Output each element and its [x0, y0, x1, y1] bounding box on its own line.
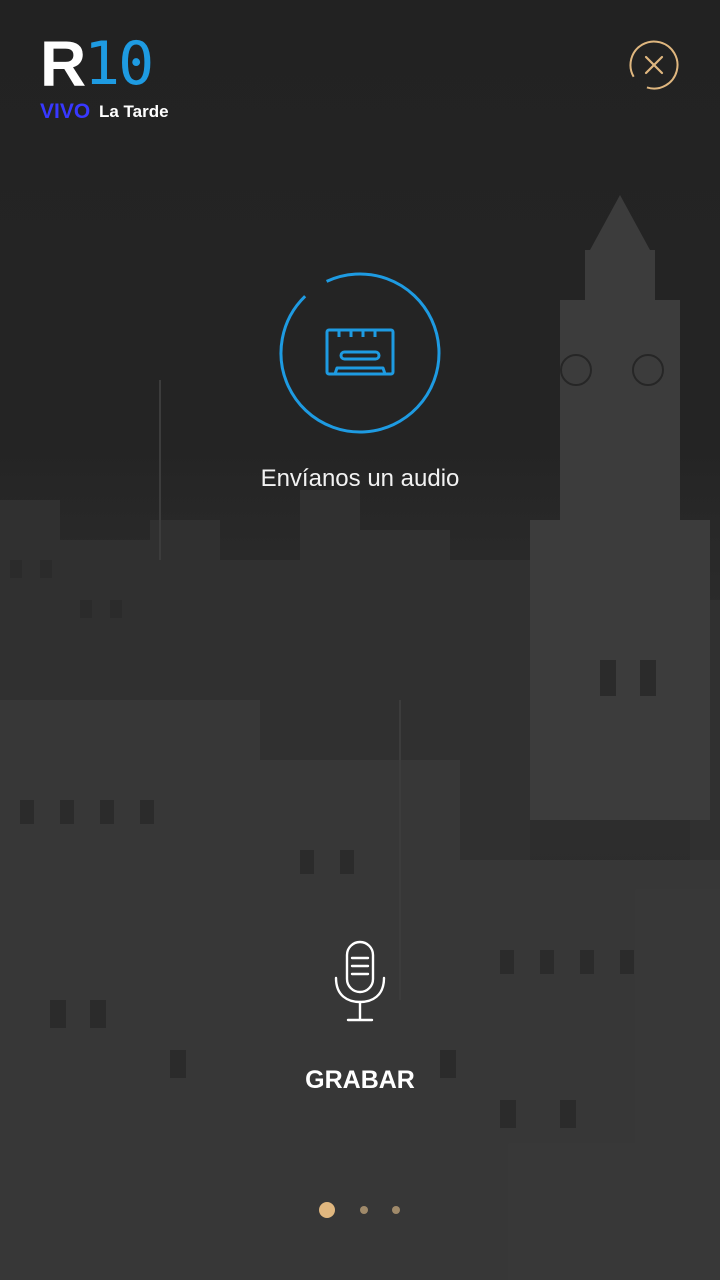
page-dot-1[interactable] [319, 1202, 335, 1218]
record-button[interactable] [330, 940, 390, 1024]
close-button[interactable] [629, 40, 679, 90]
program-name: La Tarde [99, 102, 169, 121]
logo-letter: R [40, 28, 87, 100]
r10-logo: R 10 VIVO La Tarde [40, 32, 200, 130]
record-label[interactable]: GRABAR [0, 1066, 720, 1095]
cassette-icon [325, 328, 395, 376]
page-dot-3[interactable] [392, 1206, 400, 1214]
live-label: VIVO [40, 100, 91, 123]
close-icon [629, 40, 679, 90]
pagination-dots [0, 1200, 720, 1220]
page-dot-2[interactable] [360, 1206, 368, 1214]
send-audio-label: Envíanos un audio [260, 465, 460, 492]
logo-number: 10 [84, 29, 154, 99]
audio-feature-badge [279, 272, 441, 434]
microphone-icon [334, 940, 386, 1022]
